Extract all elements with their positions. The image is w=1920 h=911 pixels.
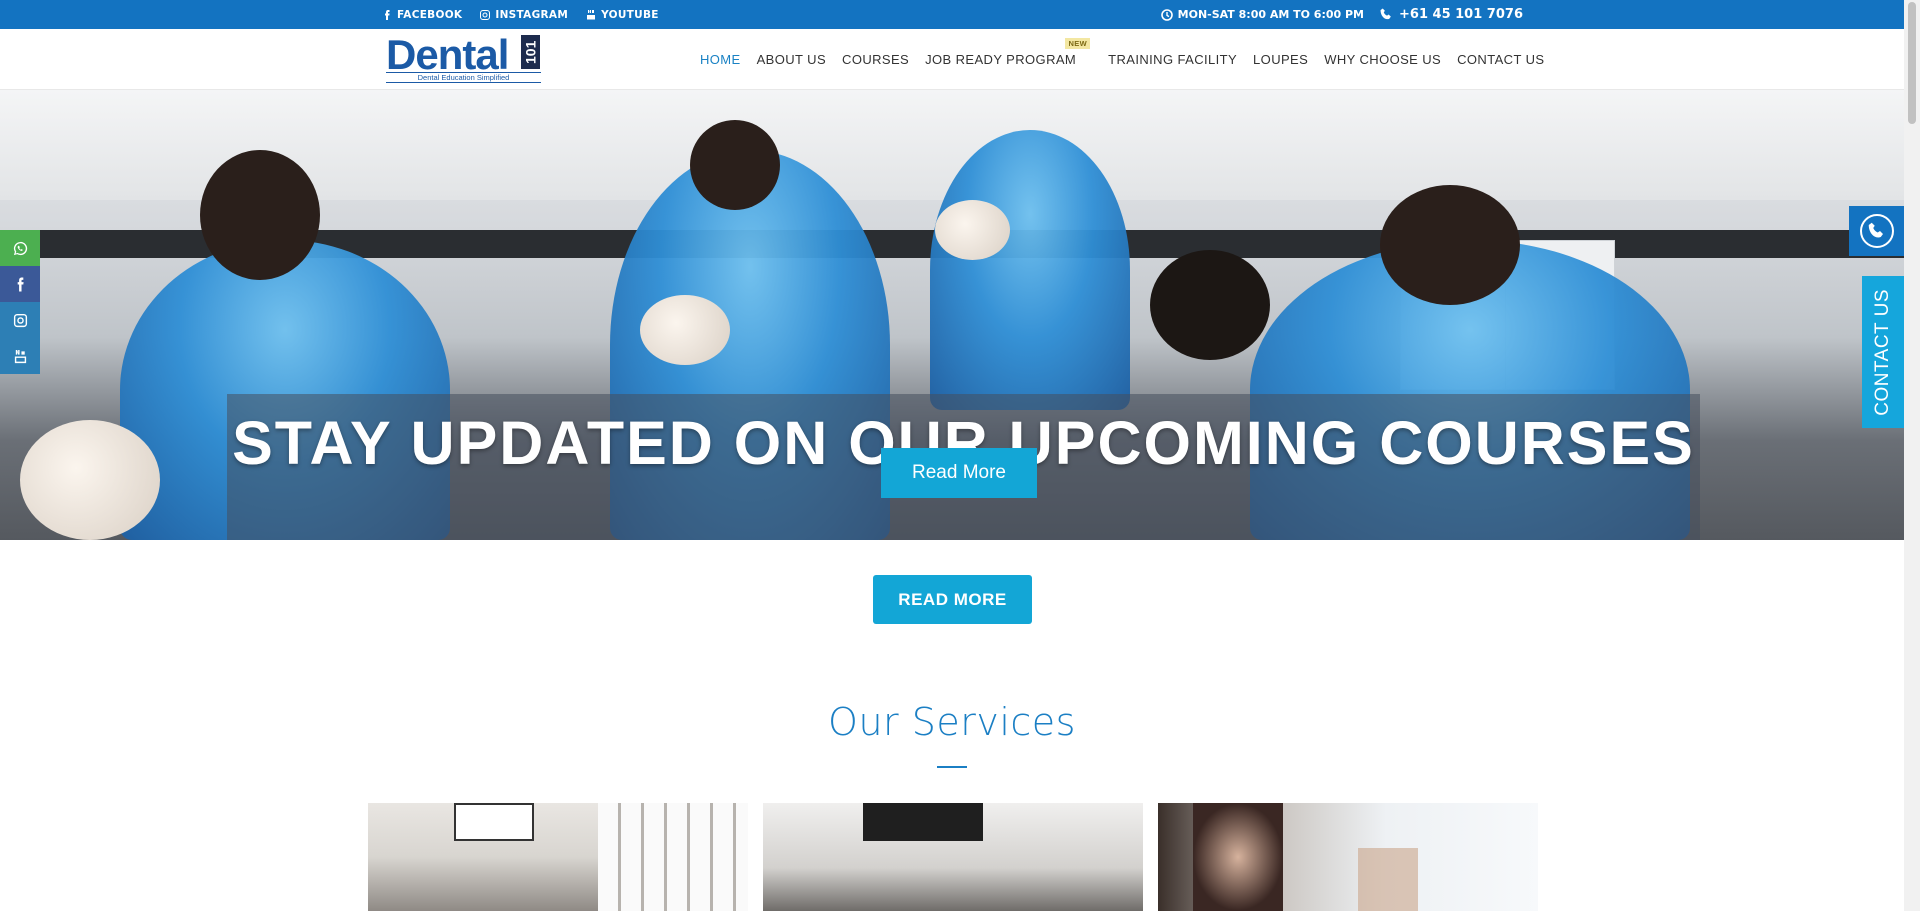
- nav-loupes[interactable]: LOUPES: [1245, 52, 1316, 67]
- instagram-link[interactable]: INSTAGRAM: [480, 9, 568, 21]
- hero-photo-person: [1380, 185, 1520, 305]
- phone-icon: [1380, 8, 1391, 20]
- top-social-links: FACEBOOK INSTAGRAM YOUTUBE: [382, 0, 659, 29]
- facebook-link[interactable]: FACEBOOK: [382, 9, 462, 21]
- call-ring: [1859, 214, 1894, 248]
- site-logo[interactable]: Dental 101 Dental Education Simplified: [386, 34, 541, 86]
- hero-photo-mannequin: [20, 420, 160, 540]
- service-card-image[interactable]: [1158, 803, 1538, 911]
- phone-link[interactable]: +61 45 101 7076: [1380, 7, 1523, 22]
- youtube-link[interactable]: YOUTUBE: [586, 9, 659, 21]
- whatsapp-icon: [13, 241, 27, 255]
- hero-photo-person: [690, 120, 780, 210]
- logo-number: 101: [521, 35, 540, 69]
- hero-photo-person: [930, 130, 1130, 410]
- site-header: Dental 101 Dental Education Simplified H…: [0, 29, 1904, 90]
- main-nav: HOME ABOUT US COURSES JOB READY PROGRAM …: [692, 29, 1552, 89]
- service-card-image[interactable]: [368, 803, 748, 911]
- opening-hours: MON-SAT 8:00 AM TO 6:00 PM: [1160, 8, 1365, 21]
- youtube-label: YOUTUBE: [601, 8, 659, 21]
- nav-home[interactable]: HOME: [692, 52, 749, 67]
- read-more-button[interactable]: READ MORE: [873, 575, 1032, 624]
- logo-word: Dental: [386, 31, 509, 78]
- facebook-icon: [17, 276, 24, 292]
- youtube-icon: [587, 9, 596, 19]
- phone-icon: [1868, 222, 1883, 238]
- service-photo-screen: [454, 803, 534, 841]
- nav-why-choose-us[interactable]: WHY CHOOSE US: [1316, 52, 1449, 67]
- nav-about-us[interactable]: ABOUT US: [749, 52, 834, 67]
- facebook-label: FACEBOOK: [397, 8, 463, 21]
- top-contact: MON-SAT 8:00 AM TO 6:00 PM +61 45 101 70…: [1160, 0, 1523, 29]
- phone-number: +61 45 101 7076: [1399, 7, 1523, 22]
- hours-text: MON-SAT 8:00 AM TO 6:00 PM: [1177, 8, 1365, 21]
- social-rail: [0, 230, 40, 374]
- nav-courses[interactable]: COURSES: [834, 52, 917, 67]
- nav-job-ready-label: JOB READY PROGRAM: [925, 51, 1077, 67]
- nav-contact-us[interactable]: CONTACT US: [1449, 52, 1552, 67]
- service-photo-window: [598, 803, 748, 911]
- contact-tab-label: CONTACT US: [1872, 288, 1893, 416]
- rail-youtube-button[interactable]: [0, 338, 40, 374]
- call-button[interactable]: [1849, 206, 1904, 256]
- new-badge: NEW: [1065, 37, 1091, 49]
- instagram-icon: [13, 313, 27, 327]
- service-photo-person: [1193, 803, 1283, 911]
- services-divider: [937, 766, 967, 768]
- hero-photo-person: [200, 150, 320, 280]
- rail-whatsapp-button[interactable]: [0, 230, 40, 266]
- hero-photo-mannequin: [935, 200, 1010, 260]
- service-photo-building: [1358, 848, 1418, 911]
- service-card-image[interactable]: [763, 803, 1143, 911]
- rail-facebook-button[interactable]: [0, 266, 40, 302]
- service-photo-tv: [863, 803, 983, 841]
- hero-photo-person: [1150, 250, 1270, 360]
- top-bar: FACEBOOK INSTAGRAM YOUTUBE MON-SAT 8:00 …: [0, 0, 1904, 29]
- instagram-icon: [480, 9, 491, 20]
- page-scrollbar[interactable]: [1904, 0, 1920, 911]
- youtube-icon: [14, 349, 26, 363]
- facebook-icon: [385, 9, 390, 20]
- nav-training-facility[interactable]: TRAINING FACILITY: [1100, 52, 1245, 67]
- instagram-label: INSTAGRAM: [495, 8, 569, 21]
- services-title: Our Services: [828, 700, 1076, 744]
- hero-slider: STAY UPDATED ON OUR UPCOMING COURSES Rea…: [0, 90, 1904, 540]
- logo-tagline: Dental Education Simplified: [386, 72, 541, 83]
- scrollbar-thumb[interactable]: [1908, 2, 1916, 124]
- clock-icon: [1160, 8, 1173, 21]
- rail-instagram-button[interactable]: [0, 302, 40, 338]
- nav-job-ready-program[interactable]: JOB READY PROGRAM NEW: [917, 37, 1091, 67]
- contact-us-tab[interactable]: CONTACT US: [1862, 276, 1904, 428]
- hero-read-more-button[interactable]: Read More: [881, 448, 1037, 498]
- hero-photo-mannequin: [640, 295, 730, 365]
